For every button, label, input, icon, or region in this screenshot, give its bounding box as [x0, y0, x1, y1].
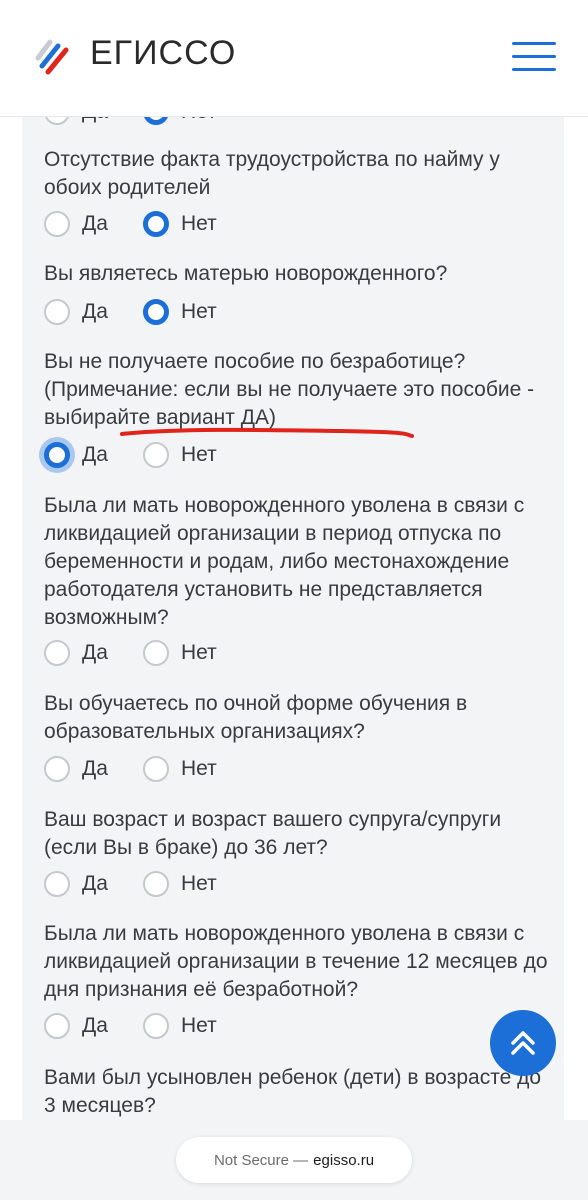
radio-icon[interactable]	[143, 871, 169, 897]
question-text: Была ли мать новорожденного уволена в св…	[44, 922, 548, 1001]
radio-icon[interactable]	[143, 116, 169, 125]
page: ЕГИССО Да Нет Отсутствие факта трудоустр…	[0, 0, 588, 1200]
q6-option-no[interactable]: Нет	[143, 871, 217, 897]
radio-icon[interactable]	[143, 299, 169, 325]
question-text: Вами был усыновлен ребенок (дети) в возр…	[44, 1066, 542, 1117]
question-text: Вы являетесь матерью новорожденного?	[44, 262, 448, 285]
prev-option-yes[interactable]: Да	[44, 116, 108, 125]
radio-icon[interactable]	[44, 1013, 70, 1039]
q6-option-yes[interactable]: Да	[44, 871, 108, 897]
q5-option-yes[interactable]: Да	[44, 756, 108, 782]
radio-icon[interactable]	[44, 871, 70, 897]
radio-icon[interactable]	[143, 756, 169, 782]
radio-icon[interactable]	[44, 211, 70, 237]
q3-option-no[interactable]: Нет	[143, 442, 217, 468]
question-text: Была ли мать новорожденного уволена в св…	[44, 494, 525, 629]
prev-option-no[interactable]: Нет	[143, 116, 217, 125]
radio-icon[interactable]	[143, 1013, 169, 1039]
radio-icon[interactable]	[44, 116, 70, 125]
q4-option-yes[interactable]: Да	[44, 640, 108, 666]
q4-option-no[interactable]: Нет	[143, 640, 217, 666]
radio-icon[interactable]	[44, 299, 70, 325]
radio-icon[interactable]	[143, 640, 169, 666]
q2-option-yes[interactable]: Да	[44, 299, 108, 325]
site-logo-text[interactable]: ЕГИССО	[90, 34, 236, 73]
questionnaire-panel: Да Нет Отсутствие факта трудоустройства …	[22, 116, 564, 1120]
radio-icon[interactable]	[143, 442, 169, 468]
q7-option-no[interactable]: Нет	[143, 1013, 217, 1039]
radio-icon[interactable]	[143, 211, 169, 237]
browser-bottom-bar: Not Secure — egisso.ru	[0, 1120, 588, 1200]
q2-option-no[interactable]: Нет	[143, 299, 217, 325]
hamburger-menu-icon[interactable]	[508, 40, 556, 74]
address-bar[interactable]: Not Secure — egisso.ru	[176, 1137, 412, 1183]
q5-option-no[interactable]: Нет	[143, 756, 217, 782]
radio-icon[interactable]	[44, 640, 70, 666]
radio-icon[interactable]	[44, 442, 70, 468]
radio-icon[interactable]	[44, 756, 70, 782]
double-chevron-up-icon	[511, 1031, 535, 1055]
question-text: Вы обучаетесь по очной форме обучения в …	[44, 692, 468, 743]
question-text: Ваш возраст и возраст вашего супруга/суп…	[44, 808, 502, 859]
russian-flag-stripes-icon	[35, 39, 69, 75]
question-text: Вы не получаете пособие по безработице? …	[44, 350, 535, 429]
site-header: ЕГИССО	[0, 0, 588, 117]
question-text: Отсутствие факта трудоустройства по найм…	[44, 148, 500, 199]
scroll-to-top-button[interactable]	[490, 1010, 556, 1076]
q3-option-yes[interactable]: Да	[44, 442, 108, 468]
q1-option-no[interactable]: Нет	[143, 211, 217, 237]
url-domain: egisso.ru	[313, 1151, 375, 1169]
q7-option-yes[interactable]: Да	[44, 1013, 108, 1039]
q1-option-yes[interactable]: Да	[44, 211, 108, 237]
security-label: Not Secure —	[213, 1151, 309, 1169]
